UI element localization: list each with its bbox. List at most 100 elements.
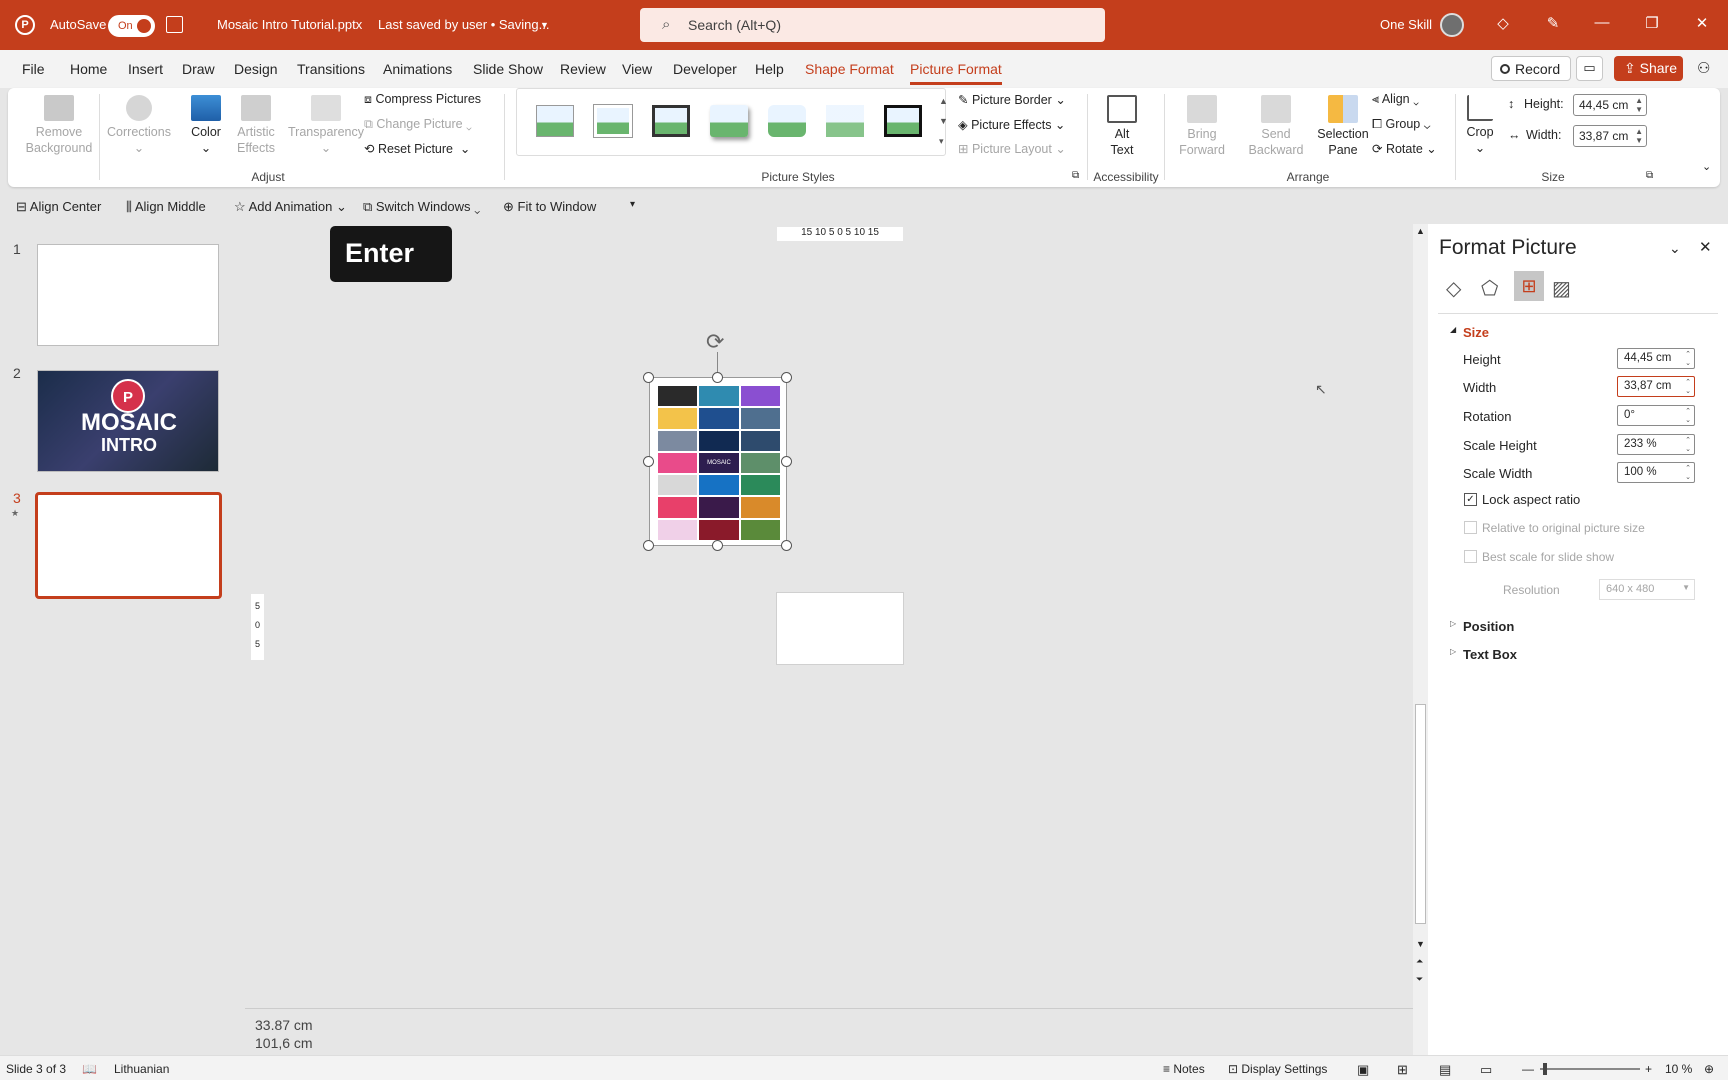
resize-handle[interactable]: [781, 456, 792, 467]
spinner-icon[interactable]: ⌃ ⌄: [1685, 378, 1691, 396]
tab-design[interactable]: Design: [234, 61, 278, 77]
tab-insert[interactable]: Insert: [128, 61, 163, 77]
scale-width-field[interactable]: 100 % ⌃ ⌄: [1617, 462, 1695, 483]
restore-icon[interactable]: ❐: [1642, 14, 1662, 32]
resize-handle[interactable]: [712, 372, 723, 383]
effects-icon[interactable]: ⬠: [1481, 276, 1498, 301]
artistic-effects-button[interactable]: Artistic Effects: [226, 95, 286, 156]
picture-icon[interactable]: ▨: [1552, 276, 1571, 301]
remove-background-button[interactable]: Remove Background: [24, 95, 94, 156]
spinner-icon[interactable]: ⌃ ⌄: [1685, 407, 1691, 425]
rotate-button[interactable]: ⟳ Rotate ⌄: [1372, 141, 1437, 156]
picture-styles-gallery[interactable]: ▲ ▼ ▾: [516, 88, 948, 156]
coauthor-icon[interactable]: ⚇: [1697, 59, 1710, 77]
best-scale-checkbox[interactable]: [1464, 550, 1477, 563]
prev-slide-icon[interactable]: ⏶: [1416, 956, 1423, 967]
section-position[interactable]: Position: [1463, 619, 1514, 634]
dialog-launcher-icon[interactable]: ⧉: [1072, 170, 1079, 181]
search-box[interactable]: ⌕ Search (Alt+Q): [640, 8, 1105, 42]
width-input[interactable]: 33,87 cm ▲ ▼: [1573, 125, 1647, 147]
zoom-out-icon[interactable]: —: [1522, 1062, 1534, 1076]
chevron-down-icon[interactable]: ▼: [540, 20, 549, 30]
style-thumb[interactable]: [536, 105, 574, 137]
tab-transitions[interactable]: Transitions: [297, 61, 365, 77]
customize-qat-icon[interactable]: ▾: [630, 199, 635, 210]
scale-height-field[interactable]: 233 % ⌃ ⌄: [1617, 434, 1695, 455]
resize-handle[interactable]: [643, 456, 654, 467]
slide[interactable]: [776, 592, 904, 665]
resize-handle[interactable]: [643, 540, 654, 551]
fit-slide-icon[interactable]: ⊕: [1704, 1062, 1714, 1076]
reading-view-icon[interactable]: ▤: [1439, 1062, 1451, 1078]
switch-windows-button[interactable]: ⧉ Switch Windows ⌄: [363, 199, 480, 215]
slide-canvas[interactable]: Enter 15 10 5 0 5 10 15 5 0 5 ⟳ MOSAIC ↖: [245, 224, 1413, 1009]
style-thumb[interactable]: [826, 105, 864, 137]
spinner-icon[interactable]: ⌃ ⌄: [1685, 350, 1691, 368]
send-backward-button[interactable]: Send Backward: [1240, 95, 1312, 158]
tab-file[interactable]: File: [22, 61, 45, 77]
tab-shape-format[interactable]: Shape Format: [805, 61, 894, 77]
document-title[interactable]: Mosaic Intro Tutorial.pptx: [217, 17, 362, 32]
tab-draw[interactable]: Draw: [182, 61, 215, 77]
bring-forward-button[interactable]: Bring Forward: [1166, 95, 1238, 158]
collapse-ribbon-icon[interactable]: ⌄: [1702, 160, 1711, 173]
minimize-icon[interactable]: —: [1592, 14, 1612, 31]
spinner-icon[interactable]: ⌃ ⌄: [1685, 464, 1691, 482]
slide-sorter-icon[interactable]: ⊞: [1397, 1062, 1408, 1078]
tab-picture-format[interactable]: Picture Format: [910, 61, 1002, 85]
pen-icon[interactable]: ✎: [1543, 14, 1563, 32]
style-thumb[interactable]: [884, 105, 922, 137]
scroll-up-icon[interactable]: ▲: [1416, 226, 1425, 236]
scroll-down-icon[interactable]: ▼: [1416, 939, 1425, 949]
slide-thumbnail-1[interactable]: [37, 244, 219, 346]
tab-review[interactable]: Review: [560, 61, 606, 77]
slide-show-icon[interactable]: ▭: [1480, 1062, 1492, 1078]
avatar[interactable]: [1440, 13, 1464, 37]
resize-handle[interactable]: [781, 540, 792, 551]
tab-slide-show[interactable]: Slide Show: [473, 61, 543, 77]
zoom-level[interactable]: 10 %: [1665, 1062, 1692, 1076]
autosave-toggle[interactable]: On: [108, 15, 155, 37]
save-icon[interactable]: [166, 16, 183, 33]
zoom-thumb[interactable]: [1543, 1063, 1547, 1075]
close-icon[interactable]: ✕: [1692, 14, 1712, 32]
align-middle-button[interactable]: ⫼ Align Middle: [126, 199, 206, 215]
spinner-icon[interactable]: ⌃ ⌄: [1685, 436, 1691, 454]
chevron-down-icon[interactable]: ⌄: [1669, 240, 1681, 257]
fill-line-icon[interactable]: ◇: [1446, 276, 1461, 301]
picture-border-button[interactable]: ✎ Picture Border ⌄: [958, 92, 1066, 107]
fit-to-window-button[interactable]: ⊕ Fit to Window: [503, 199, 596, 215]
tab-animations[interactable]: Animations: [383, 61, 452, 77]
lock-aspect-checkbox[interactable]: ✓: [1464, 493, 1477, 506]
scroll-thumb[interactable]: [1415, 704, 1426, 924]
zoom-in-icon[interactable]: +: [1645, 1062, 1652, 1076]
picture-layout-button[interactable]: ⊞ Picture Layout ⌄: [958, 141, 1066, 156]
normal-view-icon[interactable]: ▣: [1357, 1062, 1369, 1078]
selection-pane-button[interactable]: Selection Pane: [1308, 95, 1378, 158]
corrections-button[interactable]: Corrections ⌄: [106, 95, 172, 156]
height-field[interactable]: 44,45 cm ⌃ ⌄: [1617, 348, 1695, 369]
resize-handle[interactable]: [643, 372, 654, 383]
gallery-scroll[interactable]: ▲ ▼ ▾: [939, 91, 948, 151]
comment-icon[interactable]: ▭: [1576, 56, 1603, 81]
resize-handle[interactable]: [712, 540, 723, 551]
group-button[interactable]: ⧠ Group ⌄: [1372, 117, 1430, 132]
tab-home[interactable]: Home: [70, 61, 107, 77]
share-button[interactable]: ⇪ Share: [1614, 56, 1683, 81]
width-field[interactable]: 33,87 cm ⌃ ⌄: [1617, 376, 1695, 397]
add-animation-button[interactable]: ☆ Add Animation ⌄: [234, 199, 347, 215]
crop-button[interactable]: Crop ⌄: [1460, 95, 1500, 156]
transparency-button[interactable]: Transparency ⌄: [286, 95, 366, 156]
compress-pictures-button[interactable]: ⧈ Compress Pictures: [364, 92, 481, 107]
change-picture-button[interactable]: ⧉ Change Picture ⌄: [364, 117, 472, 132]
alt-text-button[interactable]: Alt Text: [1094, 95, 1150, 158]
rotate-handle-icon[interactable]: ⟳: [706, 329, 724, 355]
diamond-icon[interactable]: ◇: [1493, 14, 1513, 32]
dialog-launcher-icon[interactable]: ⧉: [1646, 170, 1653, 181]
spellcheck-icon[interactable]: 📖: [82, 1062, 97, 1076]
tab-view[interactable]: View: [622, 61, 652, 77]
vertical-scrollbar[interactable]: ▲ ▼ ⏶ ⏷: [1413, 224, 1428, 1055]
selected-picture[interactable]: MOSAIC: [649, 377, 787, 546]
align-center-button[interactable]: ⊟ Align Center: [16, 199, 101, 215]
spinner-icon[interactable]: ▲ ▼: [1635, 96, 1643, 114]
